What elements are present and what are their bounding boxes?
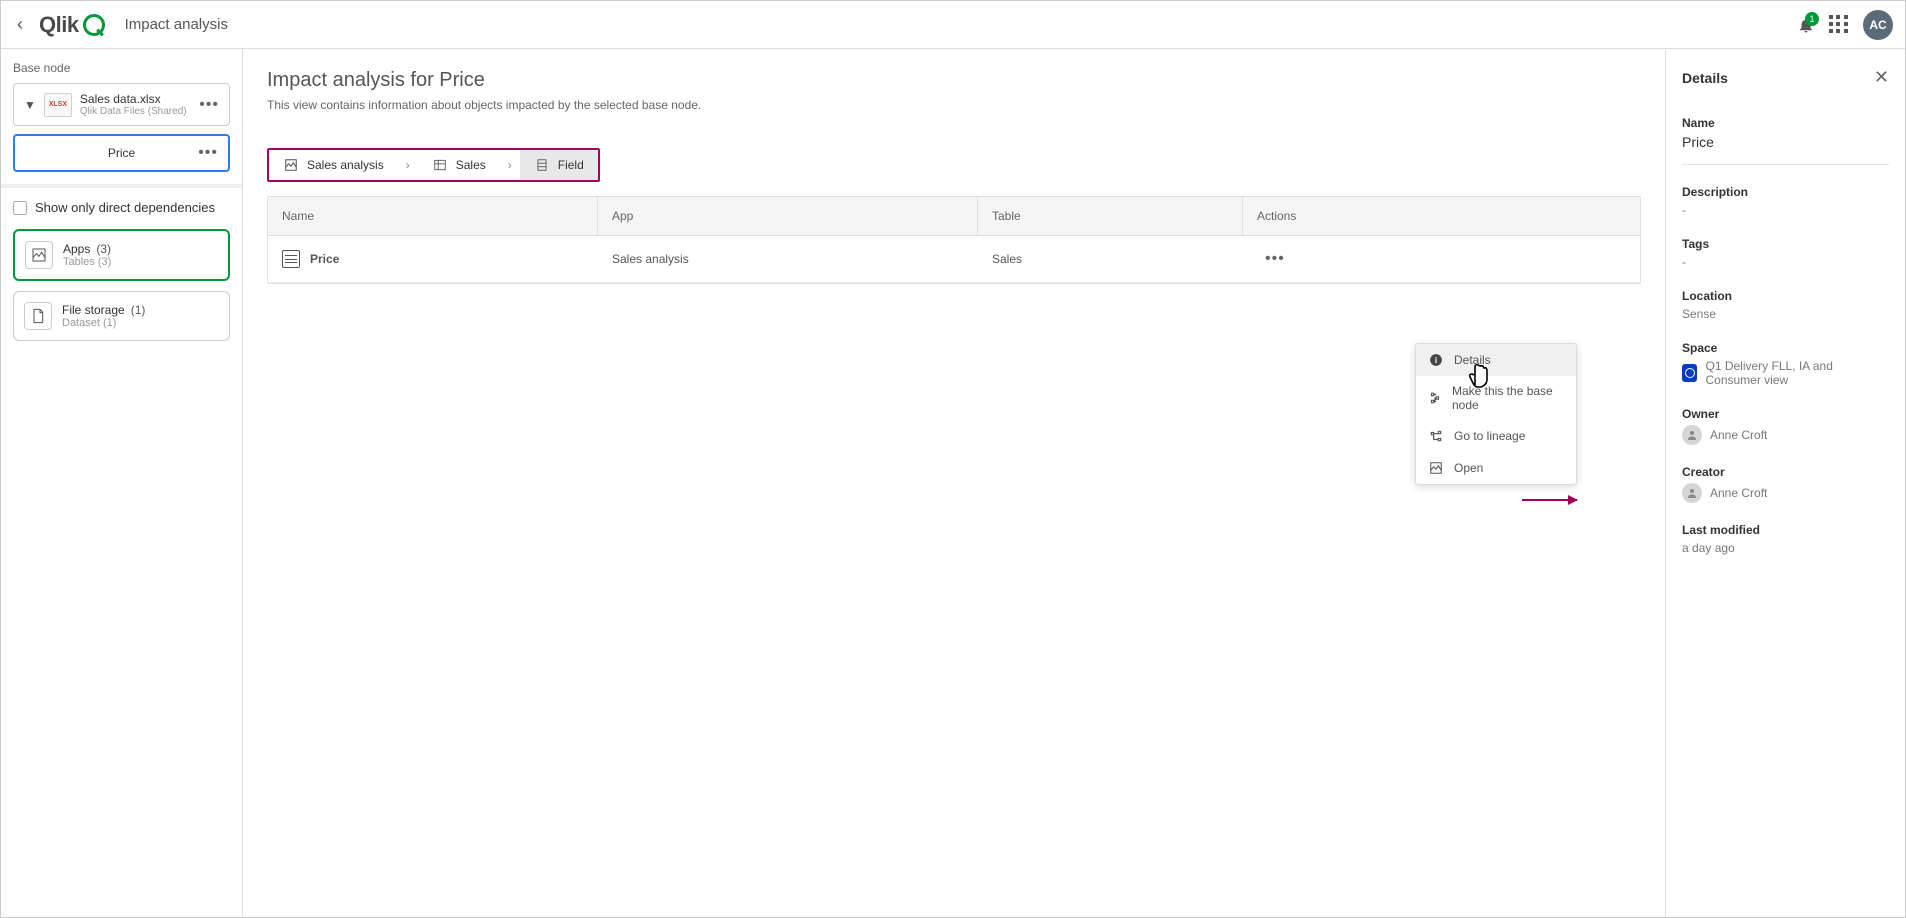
info-icon: i <box>1428 352 1444 368</box>
base-node-file-sub: Qlik Data Files (Shared) <box>80 106 191 117</box>
main-heading: Impact analysis for Price <box>267 69 1641 92</box>
user-icon <box>1682 425 1702 445</box>
breadcrumb-item-field[interactable]: Field <box>520 150 598 180</box>
lineage-icon <box>1428 428 1444 444</box>
base-node-section: Base node ▼ XLSX Sales data.xlsx Qlik Da… <box>1 49 242 188</box>
base-node-file-name: Sales data.xlsx <box>80 92 191 106</box>
more-dots-icon[interactable]: ••• <box>198 144 218 162</box>
detail-last-modified: Last modified a day ago <box>1682 523 1889 555</box>
detail-location: Location Sense <box>1682 289 1889 321</box>
apps-icon <box>25 241 53 269</box>
more-dots-icon[interactable]: ••• <box>199 96 219 114</box>
table-header: Name App Table Actions <box>268 197 1640 236</box>
logo-q-icon <box>83 14 105 36</box>
detail-name: Name Price <box>1682 116 1889 165</box>
details-title: Details <box>1682 70 1728 86</box>
table-icon <box>432 158 448 172</box>
th-table[interactable]: Table <box>978 197 1243 235</box>
chart-icon <box>283 158 299 172</box>
svg-text:i: i <box>1435 356 1437 365</box>
header-left: ‹ Qlik Impact analysis <box>13 10 228 39</box>
logo-text: Qlik <box>39 12 79 38</box>
header-right: 1 AC <box>1797 10 1893 40</box>
main-layout: Base node ▼ XLSX Sales data.xlsx Qlik Da… <box>1 49 1905 917</box>
detail-owner: Owner Anne Croft <box>1682 407 1889 445</box>
base-node-label: Base node <box>13 61 230 75</box>
td-name: Price <box>268 236 598 282</box>
card-sub: Dataset (1) <box>62 317 219 329</box>
chevron-right-icon: › <box>500 158 520 172</box>
direct-deps-checkbox-row[interactable]: Show only direct dependencies <box>13 200 230 215</box>
center-content: Impact analysis for Price This view cont… <box>243 49 1665 917</box>
sidebar-card-file-storage[interactable]: File storage(1) Dataset (1) <box>13 291 230 341</box>
table-row[interactable]: Price Sales analysis Sales ••• <box>268 236 1640 283</box>
card-info: File storage(1) Dataset (1) <box>62 303 219 329</box>
detail-creator: Creator Anne Croft <box>1682 465 1889 503</box>
th-actions: Actions <box>1243 197 1640 235</box>
menu-item-details[interactable]: i Details <box>1416 344 1576 376</box>
app-launcher-icon[interactable] <box>1829 15 1849 35</box>
base-node-info: Sales data.xlsx Qlik Data Files (Shared) <box>80 92 191 117</box>
file-icon <box>24 302 52 330</box>
breadcrumb-item-sales[interactable]: Sales <box>418 150 500 180</box>
chevron-down-icon[interactable]: ▼ <box>24 98 36 112</box>
left-sidebar: Base node ▼ XLSX Sales data.xlsx Qlik Da… <box>1 49 243 917</box>
card-title: Apps(3) <box>63 242 218 256</box>
node-icon <box>1428 390 1442 406</box>
field-icon <box>282 250 300 268</box>
notification-badge: 1 <box>1805 12 1819 26</box>
card-info: Apps(3) Tables (3) <box>63 242 218 268</box>
menu-item-open[interactable]: Open <box>1416 452 1576 484</box>
checkbox[interactable] <box>13 201 27 215</box>
card-sub: Tables (3) <box>63 256 218 268</box>
user-avatar[interactable]: AC <box>1863 10 1893 40</box>
th-app[interactable]: App <box>598 197 978 235</box>
checkbox-label: Show only direct dependencies <box>35 200 215 215</box>
filters-section: Show only direct dependencies Apps(3) Ta… <box>1 188 242 363</box>
row-actions-button[interactable]: ••• <box>1257 250 1285 268</box>
menu-item-go-to-lineage[interactable]: Go to lineage <box>1416 420 1576 452</box>
chevron-right-icon: › <box>398 158 418 172</box>
base-node-card[interactable]: ▼ XLSX Sales data.xlsx Qlik Data Files (… <box>13 83 230 126</box>
detail-description: Description - <box>1682 185 1889 217</box>
menu-item-make-base-node[interactable]: Make this the base node <box>1416 376 1576 420</box>
context-menu: i Details Make this the base node Go to … <box>1415 343 1577 485</box>
breadcrumb: Sales analysis › Sales › Field <box>267 148 600 182</box>
impact-table: Name App Table Actions Price Sales analy… <box>267 196 1641 284</box>
selected-field-label: Price <box>108 146 135 160</box>
close-icon[interactable]: ✕ <box>1874 67 1889 88</box>
main-subtitle: This view contains information about obj… <box>267 98 1641 112</box>
open-icon <box>1428 460 1444 476</box>
back-chevron-icon[interactable]: ‹ <box>13 10 27 39</box>
td-actions: ••• <box>1243 236 1640 282</box>
notifications-button[interactable]: 1 <box>1797 16 1815 34</box>
td-table: Sales <box>978 238 1243 280</box>
detail-tags: Tags - <box>1682 237 1889 269</box>
sidebar-card-apps[interactable]: Apps(3) Tables (3) <box>13 229 230 281</box>
field-icon <box>534 158 550 172</box>
selected-field-card[interactable]: Price ••• <box>13 134 230 172</box>
logo[interactable]: Qlik <box>39 12 105 38</box>
top-header: ‹ Qlik Impact analysis 1 AC <box>1 1 1905 49</box>
details-panel: Details ✕ Name Price Description - Tags … <box>1665 49 1905 917</box>
detail-space: Space Q1 Delivery FLL, IA and Consumer v… <box>1682 341 1889 387</box>
td-app: Sales analysis <box>598 238 978 280</box>
page-title: Impact analysis <box>125 16 228 33</box>
user-icon <box>1682 483 1702 503</box>
annotation-arrow-icon <box>1522 499 1577 501</box>
xlsx-file-icon: XLSX <box>44 93 72 117</box>
details-header: Details ✕ <box>1682 67 1889 88</box>
th-name[interactable]: Name <box>268 197 598 235</box>
card-title: File storage(1) <box>62 303 219 317</box>
breadcrumb-item-sales-analysis[interactable]: Sales analysis <box>269 150 398 180</box>
space-icon <box>1682 364 1697 382</box>
